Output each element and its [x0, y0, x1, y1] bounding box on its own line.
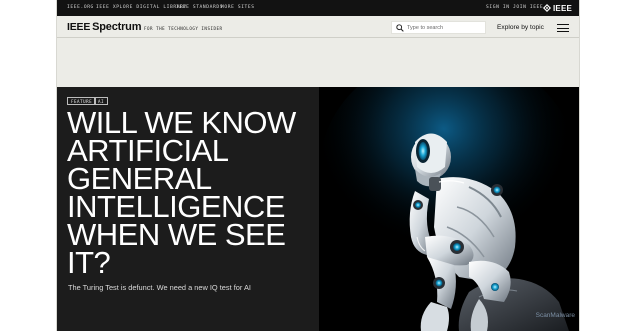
- page-frame: IEEE.ORG IEEE XPLORE DIGITAL LIBRARY IEE…: [56, 0, 580, 331]
- hero-text-panel: FEATURE AI WILL WE KNOW ARTIFICIAL GENER…: [57, 87, 319, 331]
- search-input[interactable]: [407, 24, 485, 31]
- ieee-logo-text: IEEE: [553, 3, 573, 13]
- link-ieee-org[interactable]: IEEE.ORG: [67, 5, 94, 10]
- ieee-diamond-icon: [543, 0, 551, 17]
- headline-line: IT?: [67, 245, 111, 280]
- site-header: IEEE Spectrum FOR THE TECHNOLOGY INSIDER…: [57, 16, 579, 38]
- headline-link[interactable]: WILL WE KNOW ARTIFICIAL GENERAL INTELLIG…: [67, 107, 317, 280]
- spectrum-logo[interactable]: IEEE Spectrum: [67, 21, 141, 33]
- tag-feature[interactable]: FEATURE: [67, 97, 97, 105]
- robot-thinker-illustration: [319, 87, 579, 331]
- ad-placeholder: [57, 38, 579, 87]
- search-box[interactable]: [391, 21, 486, 34]
- brand-spectrum: Spectrum: [92, 21, 142, 33]
- brand-ieee: IEEE: [67, 21, 91, 33]
- join-ieee-link[interactable]: JOIN IEEE: [513, 5, 543, 10]
- link-ieee-standards[interactable]: IEEE STANDARDS: [176, 5, 223, 10]
- link-ieee-xplore[interactable]: IEEE XPLORE DIGITAL LIBRARY: [96, 5, 187, 10]
- sign-in-link[interactable]: SIGN IN: [486, 5, 510, 10]
- watermark: ScanMalware: [535, 312, 575, 319]
- search-icon[interactable]: [395, 23, 405, 33]
- explore-by-topic-button[interactable]: Explore by topic: [497, 24, 544, 31]
- hero-image-robot[interactable]: [319, 87, 579, 331]
- ieee-logo[interactable]: IEEE: [543, 3, 572, 13]
- hamburger-menu-icon[interactable]: [557, 24, 569, 32]
- hero-feature: FEATURE AI WILL WE KNOW ARTIFICIAL GENER…: [57, 87, 579, 331]
- utility-bar: IEEE.ORG IEEE XPLORE DIGITAL LIBRARY IEE…: [57, 0, 579, 16]
- tag-ai[interactable]: AI: [94, 97, 109, 105]
- hero-subtitle: The Turing Test is defunct. We need a ne…: [68, 283, 251, 292]
- tagline: FOR THE TECHNOLOGY INSIDER: [144, 26, 223, 31]
- link-more-sites[interactable]: MORE SITES: [221, 5, 255, 10]
